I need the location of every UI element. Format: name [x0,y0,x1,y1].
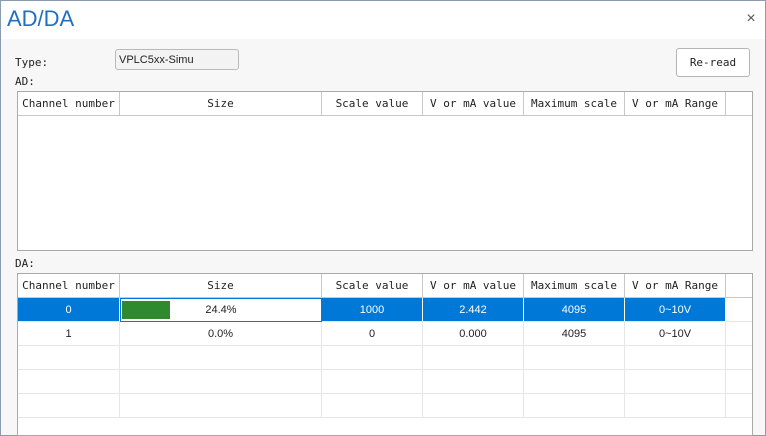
da-label: DA: [15,257,35,270]
da-col-filler [726,274,752,298]
size-text: 0.0% [207,327,234,340]
ad-col-filler [726,92,752,116]
empty-row [18,346,752,370]
da-col-range[interactable]: V or mA Range [625,274,726,298]
ad-da-window: AD/DA × Type: VPLC5xx-Simu Re-read AD: C… [0,0,766,436]
da-col-channel[interactable]: Channel number [18,274,120,298]
ad-col-max-scale[interactable]: Maximum scale [524,92,625,116]
channel-cell: 0 [18,298,120,322]
range-cell: 0~10V [625,322,726,346]
reread-button[interactable]: Re-read [676,48,750,77]
size-progress-bar: 0.0% [120,322,322,346]
da-col-size[interactable]: Size [120,274,322,298]
table-row[interactable]: 1 0.0% 0 0.000 4095 0~10V [18,322,752,346]
da-col-scale[interactable]: Scale value [322,274,423,298]
type-field: VPLC5xx-Simu [115,49,239,70]
scale-cell: 0 [322,322,423,346]
range-cell: 0~10V [625,298,726,322]
channel-cell: 1 [18,322,120,346]
ad-col-channel[interactable]: Channel number [18,92,120,116]
progress-bar-fill [122,301,170,319]
ad-col-range[interactable]: V or mA Range [625,92,726,116]
title-bar: AD/DA × [1,1,765,39]
ad-col-size[interactable]: Size [120,92,322,116]
empty-row [18,370,752,394]
scale-cell: 1000 [322,298,423,322]
ad-header-row: Channel number Size Scale value V or mA … [18,92,752,116]
da-col-value[interactable]: V or mA value [423,274,524,298]
ad-label: AD: [15,75,35,88]
max-scale-cell: 4095 [524,322,625,346]
ad-col-value[interactable]: V or mA value [423,92,524,116]
size-progress-bar: 24.4% [120,298,322,322]
ad-table[interactable]: Channel number Size Scale value V or mA … [17,91,753,251]
size-text: 24.4% [205,304,237,316]
value-cell: 2.442 [423,298,524,322]
value-cell: 0.000 [423,322,524,346]
type-label: Type: [15,56,49,69]
empty-row [18,394,752,418]
close-icon[interactable]: × [743,10,759,28]
ad-col-scale[interactable]: Scale value [322,92,423,116]
da-header-row: Channel number Size Scale value V or mA … [18,274,752,298]
filler-cell [726,322,752,346]
window-title: AD/DA [7,6,75,31]
da-table[interactable]: Channel number Size Scale value V or mA … [17,273,753,436]
filler-cell [726,298,752,322]
table-row[interactable]: 0 24.4% 1000 2.442 4095 0~10V [18,298,752,322]
max-scale-cell: 4095 [524,298,625,322]
da-col-max-scale[interactable]: Maximum scale [524,274,625,298]
